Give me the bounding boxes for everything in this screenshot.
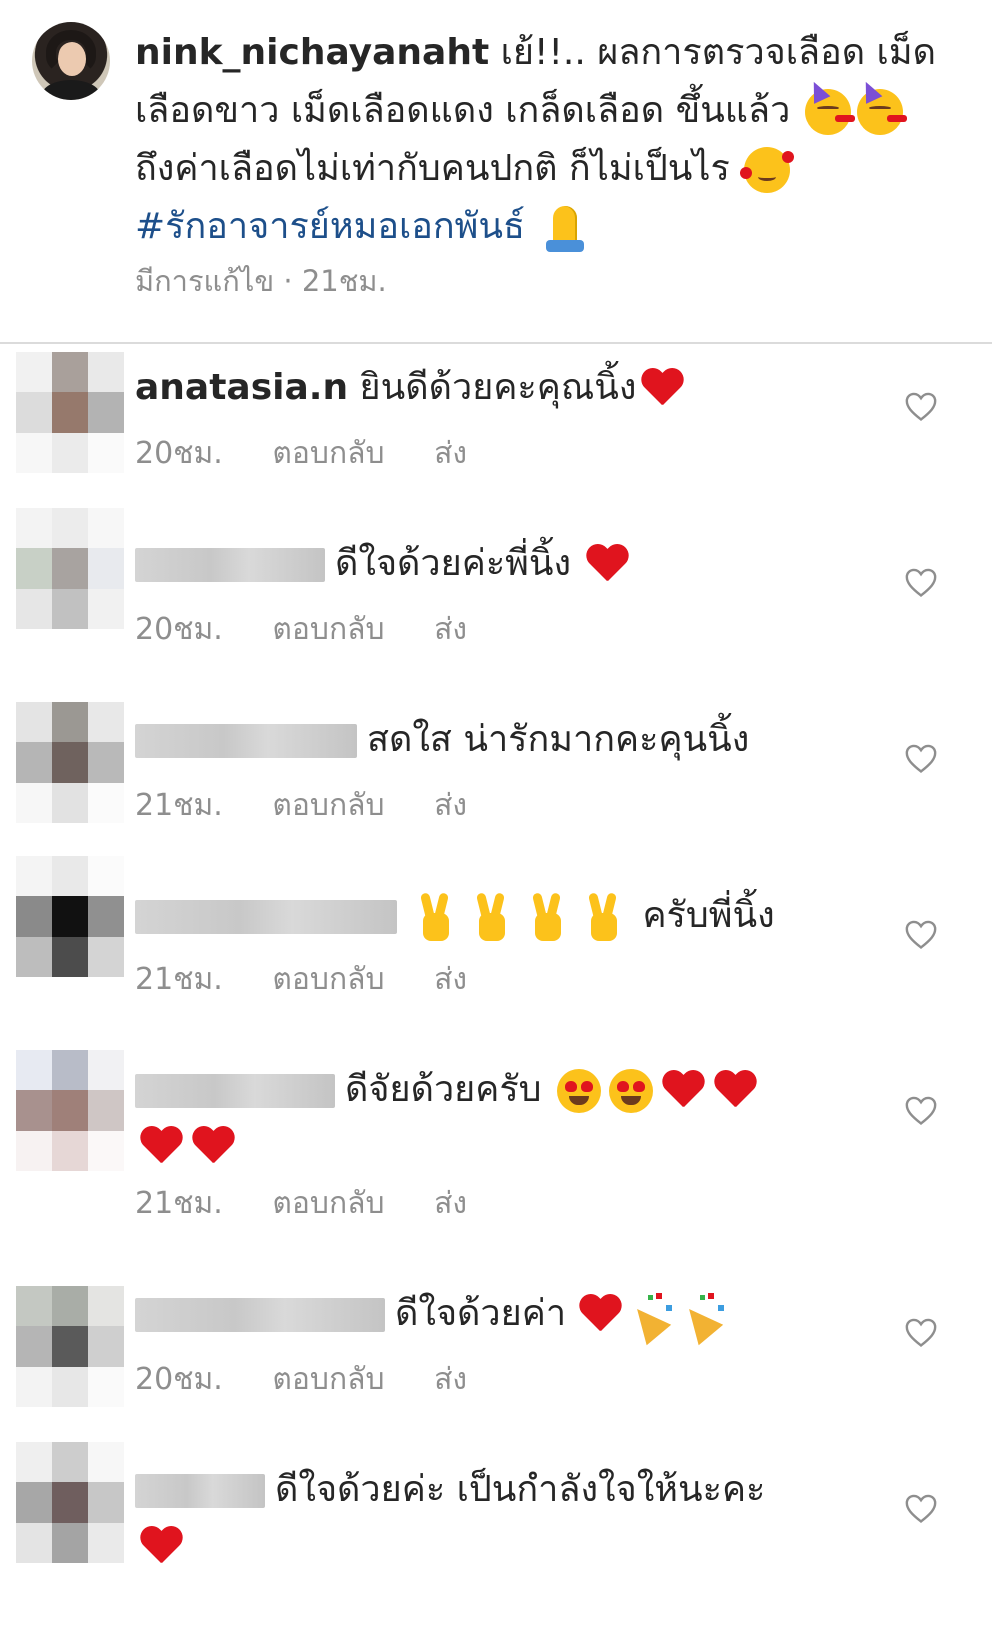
comment-meta: 20ชม. ตอบกลับ ส่ง [135,430,467,477]
avatar[interactable] [16,508,124,629]
comment-meta: 20ชม. ตอบกลับ ส่ง [135,606,467,653]
comment-text: ดีใจด้วยค่ะ เป็นกำลังใจให้นะคะ [135,1462,835,1574]
send-button[interactable]: ส่ง [434,1356,467,1403]
comment-body: ดีใจด้วยค่า [395,1293,567,1334]
comment-text: ครับพี่นิ้ง [135,888,835,944]
comment-time: 21ชม. [135,788,223,823]
comment-text: สดใส น่ารักมากคะคุนนิ้ง [135,712,835,768]
comment-meta: 20ชม. ตอบกลับ ส่ง [135,1356,467,1403]
heart-eyes-icon [556,1069,601,1113]
red-heart-icon [139,1127,183,1167]
heart-outline-icon[interactable] [904,390,938,422]
caption-hashtag[interactable]: #รักอาจารย์หมอเอกพันธ์ [135,206,525,247]
victory-hand-icon [471,892,511,941]
divider [0,342,992,344]
send-button[interactable]: ส่ง [434,1180,467,1227]
comment-meta: 21ชม. ตอบกลับ ส่ง [135,782,467,829]
caption-meta: มีการแก้ไข · 21ชม. [135,264,387,298]
avatar[interactable] [16,1286,124,1407]
reply-button[interactable]: ตอบกลับ [272,956,384,1003]
reply-button[interactable]: ตอบกลับ [272,606,384,653]
post-caption: nink_nichayanaht เย้!!.. ผลการตรวจเลือด … [0,0,992,344]
caption-body-2: ถึงค่าเลือดไม่เท่ากับคนปกติ ก็ไม่เป็นไร [135,148,742,189]
heart-outline-icon[interactable] [904,1492,938,1524]
send-button[interactable]: ส่ง [434,606,467,653]
victory-hand-icon [415,892,455,941]
folded-hands-icon [540,204,590,252]
heart-outline-icon[interactable] [904,742,938,774]
heart-outline-icon[interactable] [904,1094,938,1126]
red-heart-icon [585,545,629,585]
comments-page: nink_nichayanaht เย้!!.. ผลการตรวจเลือด … [0,0,992,1652]
reply-button[interactable]: ตอบกลับ [272,782,384,829]
reply-button[interactable]: ตอบกลับ [272,430,384,477]
comment-text: ดีใจด้วยค่ะพี่นิ้ง [135,536,835,592]
comment-text: ดีใจด้วยค่า [135,1286,835,1342]
blurred-username[interactable] [135,548,325,582]
avatar[interactable] [16,702,124,823]
heart-eyes-icon [608,1069,653,1113]
comment-time: 21ชม. [135,962,223,997]
partying-face-icon [856,78,907,135]
victory-hand-icon [527,892,567,941]
comment-time: 21ชม. [135,1186,223,1221]
red-heart-icon [191,1127,235,1167]
blurred-username[interactable] [135,1074,335,1108]
red-heart-icon [713,1071,757,1111]
comment-time: 20ชม. [135,436,223,471]
caption-username[interactable]: nink_nichayanaht [135,32,489,73]
comment-body: ดีใจด้วยค่ะพี่นิ้ง [335,543,572,584]
smiling-face-with-hearts-icon [740,147,795,193]
red-heart-icon [661,1071,705,1111]
blurred-username[interactable] [135,1474,265,1508]
blurred-username[interactable] [135,1298,385,1332]
send-button[interactable]: ส่ง [434,782,467,829]
red-heart-icon [640,369,684,409]
comment-body: สดใส น่ารักมากคะคุนนิ้ง [367,719,750,760]
comment-username[interactable]: anatasia.n [135,367,348,408]
heart-outline-icon[interactable] [904,566,938,598]
red-heart-icon [139,1527,183,1567]
comment-time: 20ชม. [135,1362,223,1397]
party-popper-icon [680,1291,728,1339]
send-button[interactable]: ส่ง [434,956,467,1003]
avatar[interactable] [16,1050,124,1171]
avatar[interactable] [16,856,124,977]
comment-time: 20ชม. [135,612,223,647]
comment-text: anatasia.n ยินดีด้วยคะคุณนิ้ง [135,360,835,416]
comment-meta: 21ชม. ตอบกลับ ส่ง [135,956,467,1003]
reply-button[interactable]: ตอบกลับ [272,1356,384,1403]
blurred-username[interactable] [135,724,357,758]
avatar[interactable] [32,22,110,100]
party-popper-icon [628,1291,676,1339]
comment-text: ดีจัยด้วยครับ [135,1062,835,1174]
comment-body: ดีใจด้วยค่ะ เป็นกำลังใจให้นะคะ [275,1469,766,1510]
heart-outline-icon[interactable] [904,918,938,950]
red-heart-icon [578,1295,622,1335]
send-button[interactable]: ส่ง [434,430,467,477]
caption-text: nink_nichayanaht เย้!!.. ผลการตรวจเลือด … [135,24,965,256]
partying-face-icon [804,78,855,135]
blurred-username[interactable] [135,900,397,934]
avatar[interactable] [16,1442,124,1563]
comment-body: ยินดีด้วยคะคุณนิ้ง [359,367,637,408]
comment-body: ดีจัยด้วยครับ [345,1069,542,1110]
comment-meta: 21ชม. ตอบกลับ ส่ง [135,1180,467,1227]
victory-hand-icon [583,892,623,941]
heart-outline-icon[interactable] [904,1316,938,1348]
avatar[interactable] [16,352,124,473]
comment-body: ครับพี่นิ้ง [642,895,775,936]
reply-button[interactable]: ตอบกลับ [272,1180,384,1227]
